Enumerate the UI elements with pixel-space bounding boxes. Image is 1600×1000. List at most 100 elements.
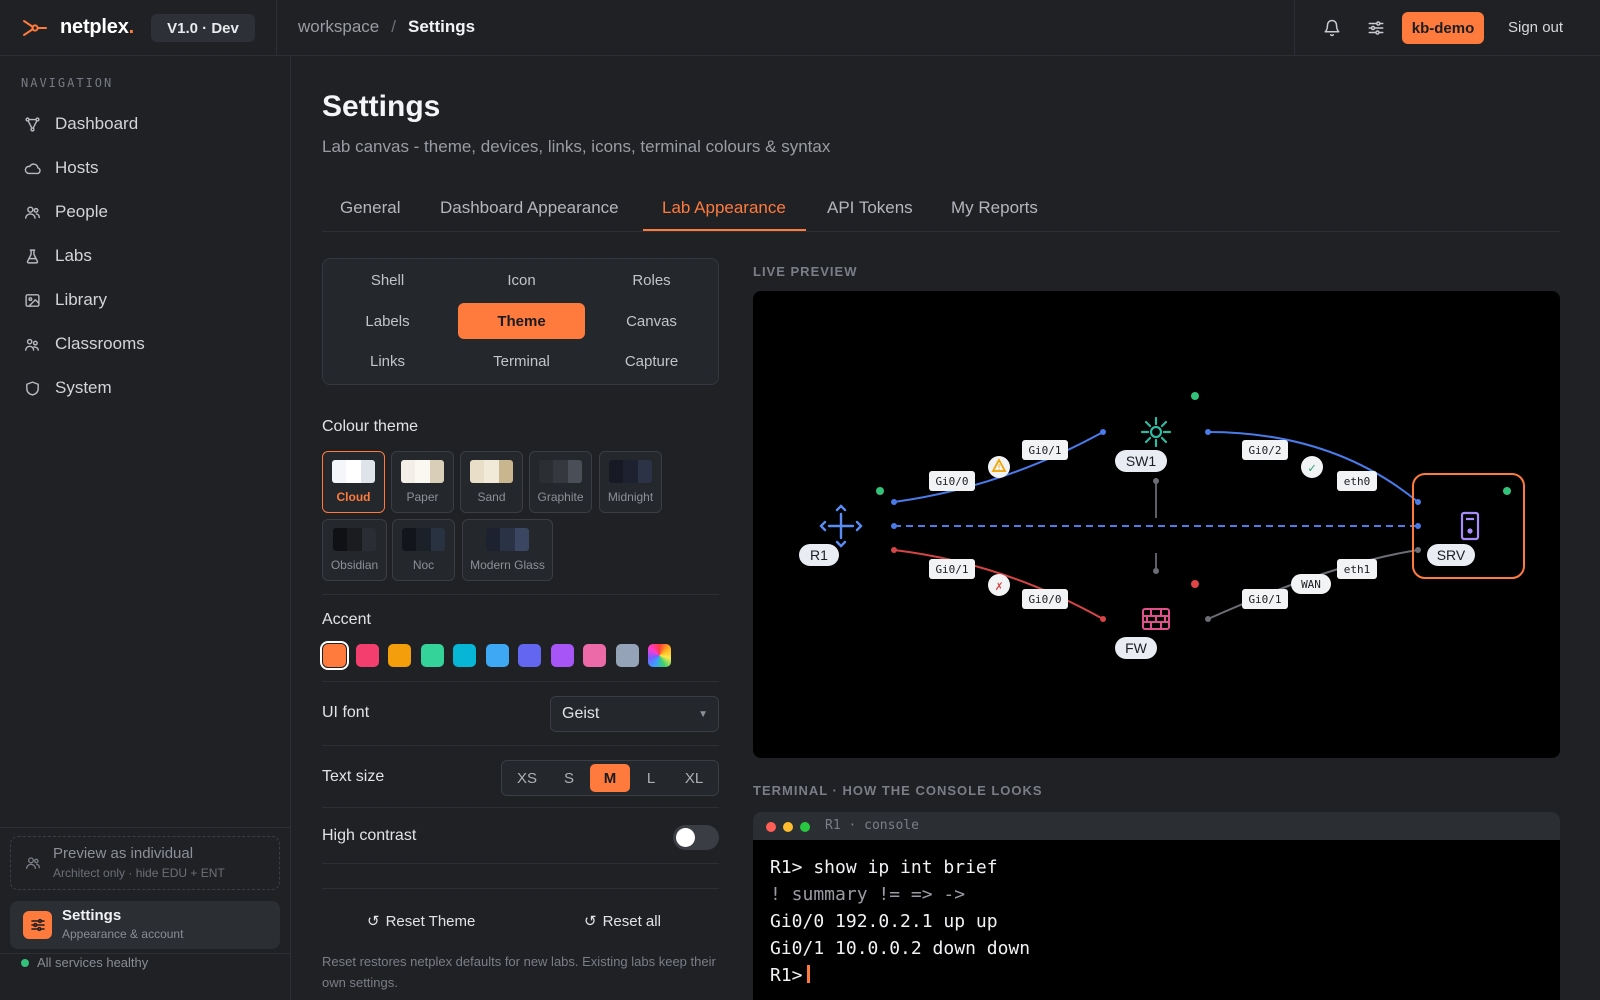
bell-icon[interactable]	[1320, 16, 1344, 40]
page-subtitle: Lab canvas - theme, devices, links, icon…	[322, 137, 831, 156]
status-dot-icon	[21, 958, 29, 967]
settings-card-subtitle: Appearance & account	[62, 927, 184, 941]
router-icon	[819, 504, 863, 548]
reset-icon: ↺	[367, 913, 380, 930]
theme-card-cloud[interactable]: Cloud	[322, 451, 385, 513]
ok-marker[interactable]: ✓	[1301, 456, 1323, 478]
user-badge[interactable]: kb-demo	[1402, 12, 1484, 44]
sidebar-item-library[interactable]: Library	[0, 278, 290, 322]
theme-card-sand[interactable]: Sand	[460, 451, 523, 513]
tab-general[interactable]: General	[340, 198, 400, 218]
terminal-line: R1> show ip int brief	[770, 857, 998, 878]
accent-swatch[interactable]	[615, 644, 639, 667]
active-tab-indicator	[643, 229, 806, 231]
tab-lab-appearance[interactable]: Lab Appearance	[662, 198, 786, 218]
toggle-knob	[676, 828, 695, 847]
reset-all-button[interactable]: ↺ Reset all	[584, 912, 661, 931]
people-icon	[25, 205, 40, 219]
accent-swatch[interactable]	[485, 644, 509, 667]
theme-card-noc[interactable]: Noc	[392, 519, 455, 581]
sidebar-item-classrooms[interactable]: Classrooms	[0, 322, 290, 366]
breadcrumb: workspace / Settings	[298, 17, 475, 37]
warning-marker[interactable]: !	[988, 456, 1010, 478]
firewall-node-fw[interactable]: FW	[1115, 608, 1170, 659]
sidebar-item-people[interactable]: People	[0, 190, 290, 234]
subtab-capture[interactable]: Capture	[588, 343, 715, 379]
accent-swatch[interactable]	[355, 644, 379, 667]
ui-font-select[interactable]: Geist ▼	[550, 696, 719, 732]
high-contrast-toggle[interactable]	[673, 825, 719, 850]
accent-swatch[interactable]	[388, 644, 411, 667]
theme-card-midnight[interactable]: Midnight	[599, 451, 662, 513]
subtab-terminal[interactable]: Terminal	[458, 343, 585, 379]
sign-out-link[interactable]: Sign out	[1508, 19, 1563, 36]
theme-card-modern-glass[interactable]: Modern Glass	[462, 519, 553, 581]
text-size-m[interactable]: M	[590, 764, 630, 792]
subtab-icon[interactable]: Icon	[458, 262, 585, 298]
subtab-roles[interactable]: Roles	[588, 262, 715, 298]
divider	[322, 863, 719, 864]
tab-my-reports[interactable]: My Reports	[951, 198, 1038, 218]
text-size-xl[interactable]: XL	[672, 764, 716, 792]
swatch-stripe	[500, 528, 515, 551]
switch-node-sw1[interactable]: SW1	[1115, 416, 1172, 472]
subtab-shell[interactable]: Shell	[324, 262, 451, 298]
subtab-links[interactable]: Links	[324, 343, 451, 379]
version-badge[interactable]: V1.0 · Dev	[151, 14, 255, 42]
preview-as-individual-card[interactable]: Preview as individual Architect only · h…	[10, 836, 280, 890]
theme-name: Cloud	[336, 490, 371, 504]
breadcrumb-workspace[interactable]: workspace	[298, 17, 379, 37]
swatch-stripe	[637, 460, 652, 483]
sliders-icon	[23, 911, 52, 939]
theme-card-graphite[interactable]: Graphite	[529, 451, 592, 513]
theme-swatch	[402, 528, 445, 551]
router-node-r1[interactable]: R1	[799, 504, 863, 566]
text-size-xs[interactable]: XS	[505, 764, 549, 792]
terminal-output: R1> show ip int brief ! summary != => ->…	[770, 854, 1030, 989]
sidebar-item-labs[interactable]: Labs	[0, 234, 290, 278]
swatch-stripe	[470, 460, 485, 483]
divider	[322, 681, 719, 682]
theme-card-obsidian[interactable]: Obsidian	[322, 519, 387, 581]
firewall-icon	[1142, 608, 1170, 630]
sidebar-item-label: People	[55, 202, 108, 221]
accent-custom-picker[interactable]	[648, 644, 671, 667]
maximize-dot-icon	[800, 822, 810, 832]
theme-swatch	[333, 528, 376, 551]
swatch-stripe	[360, 460, 375, 483]
settings-card[interactable]: Settings Appearance & account	[10, 901, 280, 949]
sliders-icon[interactable]	[1364, 16, 1388, 40]
theme-card-paper[interactable]: Paper	[391, 451, 454, 513]
accent-swatch[interactable]	[583, 644, 606, 667]
reset-theme-label: Reset Theme	[385, 912, 476, 930]
accent-swatch[interactable]	[518, 644, 541, 667]
tab-dashboard-appearance[interactable]: Dashboard Appearance	[440, 198, 619, 218]
reset-theme-button[interactable]: ↺ Reset Theme	[367, 912, 476, 931]
sidebar-item-hosts[interactable]: Hosts	[0, 146, 290, 190]
sidebar-item-system[interactable]: System	[0, 366, 290, 410]
terminal-prompt-line: R1>	[770, 962, 1030, 989]
accent-swatch[interactable]	[420, 644, 444, 667]
subtab-labels[interactable]: Labels	[324, 303, 451, 339]
text-size-s[interactable]: S	[551, 764, 587, 792]
swatch-stripe	[402, 528, 417, 551]
text-size-l[interactable]: L	[633, 764, 669, 792]
error-marker[interactable]: ✗	[988, 574, 1010, 596]
tab-api-tokens[interactable]: API Tokens	[827, 198, 913, 218]
switch-icon	[1140, 416, 1172, 448]
sidebar-item-dashboard[interactable]: Dashboard	[0, 102, 290, 146]
sidebar-item-label: System	[55, 378, 112, 397]
port-label: Gi0/1	[935, 563, 968, 576]
accent-swatch[interactable]	[320, 641, 349, 670]
subtab-canvas[interactable]: Canvas	[588, 303, 715, 339]
logo[interactable]: netplex.	[22, 16, 134, 39]
terminal-prompt: R1>	[770, 965, 803, 986]
swatch-stripe	[332, 460, 347, 483]
swatch-stripe	[346, 460, 361, 483]
subtab-theme[interactable]: Theme	[458, 303, 585, 339]
accent-swatch[interactable]	[453, 644, 476, 667]
sidebar-item-label: Labs	[55, 246, 92, 265]
terminal-preview[interactable]: R1 · console R1> show ip int brief ! sum…	[753, 812, 1560, 1000]
lab-canvas[interactable]: R1 SW1 SRV FW Gi0/0 Gi0/1 Gi0/2 eth0 Gi0…	[753, 291, 1560, 758]
accent-swatch[interactable]	[550, 644, 574, 667]
